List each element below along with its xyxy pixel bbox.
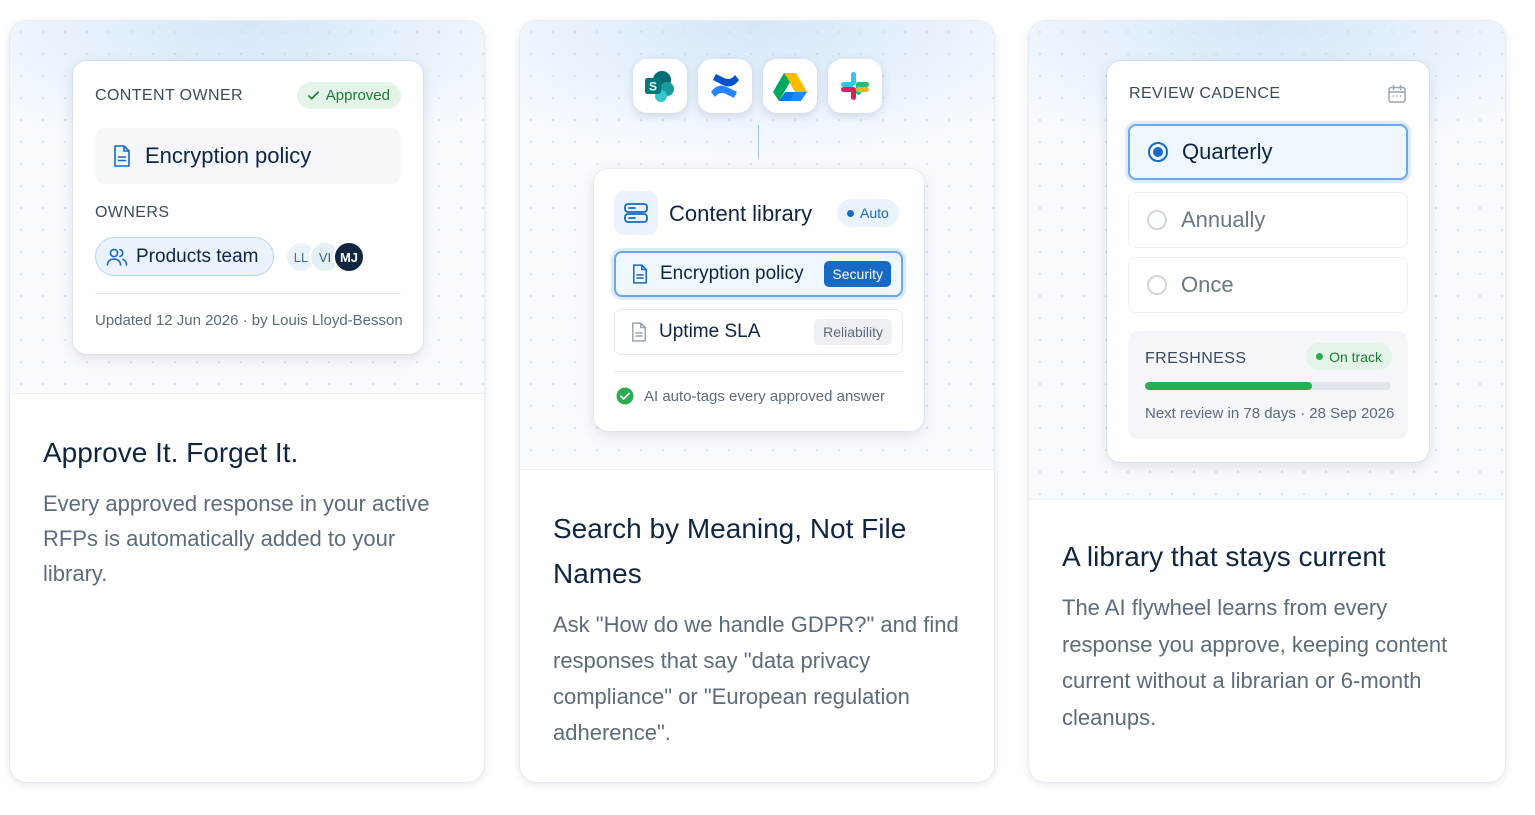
check-circle-icon (616, 387, 634, 405)
card-heading: Search by Meaning, Not File Names (553, 513, 907, 589)
card-heading: A library that stays current (1062, 541, 1386, 572)
card-description: The AI flywheel learns from every respon… (1062, 595, 1448, 730)
google-drive-icon (773, 73, 807, 101)
confluence-app (698, 59, 752, 113)
svg-text:S: S (649, 80, 657, 94)
integration-icons: S (633, 59, 885, 115)
owners-label: OWNERS (95, 204, 170, 221)
calendar-icon (1388, 84, 1406, 103)
status-dot (1316, 353, 1324, 360)
content-owner-panel: CONTENT OWNER Approved Encryption policy… (73, 61, 423, 354)
feature-card-current: REVIEW CADENCE Quarterly Annually Once F… (1028, 20, 1506, 783)
google-drive-app (763, 59, 817, 113)
document-item[interactable]: Encryption policy (95, 128, 401, 184)
document-title: Encryption policy (145, 143, 312, 168)
library-item-title: Encryption policy (660, 263, 804, 284)
auto-tag-note: AI auto-tags every approved answer (616, 387, 885, 405)
team-pill[interactable]: Products team (95, 237, 274, 276)
check-icon (307, 91, 319, 100)
freshness-progress-fill (1145, 382, 1313, 390)
review-cadence-label: REVIEW CADENCE (1129, 85, 1281, 102)
auto-badge: Auto (837, 199, 899, 227)
review-cadence-panel: REVIEW CADENCE Quarterly Annually Once F… (1107, 61, 1429, 462)
card-illustration: S Content library Auto Encryption policy… (520, 21, 994, 470)
auto-badge-label: Auto (860, 205, 889, 221)
connector-line (758, 125, 759, 159)
radio-selected[interactable] (1148, 142, 1168, 162)
freshness-box: FRESHNESS On track Next review in 78 day… (1128, 331, 1408, 439)
card-description: Every approved response in your active R… (43, 491, 430, 586)
auto-tag-text: AI auto-tags every approved answer (644, 387, 885, 405)
status-dot (847, 209, 854, 217)
team-name: Products team (136, 245, 259, 267)
divider (614, 371, 904, 372)
document-icon (114, 145, 130, 167)
security-tag: Security (824, 261, 891, 287)
feature-card-search: S Content library Auto Encryption policy… (519, 20, 995, 783)
card-illustration: CONTENT OWNER Approved Encryption policy… (10, 21, 484, 394)
avatar-group: LL VI MJ (285, 241, 369, 273)
option-once[interactable]: Once (1128, 257, 1408, 313)
freshness-progress-bar (1145, 382, 1391, 390)
avatar[interactable]: MJ (333, 241, 365, 273)
feature-card-approve: CONTENT OWNER Approved Encryption policy… (9, 20, 485, 783)
radio[interactable] (1147, 210, 1167, 230)
on-track-label: On track (1329, 348, 1382, 365)
confluence-icon (711, 74, 739, 98)
card-illustration: REVIEW CADENCE Quarterly Annually Once F… (1029, 21, 1505, 500)
sharepoint-app: S (633, 59, 687, 113)
library-item-encryption-policy[interactable]: Encryption policy Security (614, 251, 903, 297)
users-icon (106, 248, 128, 266)
reliability-tag: Reliability (814, 319, 892, 345)
next-review-text: Next review in 78 days · 28 Sep 2026 (1145, 405, 1395, 422)
sharepoint-icon: S (645, 71, 674, 102)
content-library-panel: Content library Auto Encryption policy S… (594, 169, 924, 431)
approved-badge-label: Approved (325, 87, 390, 104)
option-annually[interactable]: Annually (1128, 192, 1408, 248)
option-quarterly[interactable]: Quarterly (1128, 124, 1408, 180)
freshness-label: FRESHNESS (1145, 350, 1247, 367)
slack-icon (841, 72, 869, 100)
divider (95, 293, 401, 294)
library-item-uptime-sla[interactable]: Uptime SLA Reliability (614, 309, 903, 355)
card-heading: Approve It. Forget It. (43, 437, 299, 468)
on-track-badge: On track (1306, 343, 1392, 370)
slack-app (828, 59, 882, 113)
card-description: Ask "How do we handle GDPR?" and find re… (553, 612, 959, 745)
approved-badge: Approved (296, 82, 401, 109)
radio[interactable] (1147, 275, 1167, 295)
library-title: Content library (669, 201, 813, 226)
document-icon (632, 322, 646, 342)
library-item-title: Uptime SLA (659, 321, 761, 342)
database-icon (624, 203, 648, 223)
option-label: Quarterly (1182, 139, 1273, 164)
content-owner-label: CONTENT OWNER (95, 87, 244, 104)
option-label: Annually (1181, 207, 1266, 232)
option-label: Once (1181, 272, 1234, 297)
document-icon (633, 264, 647, 284)
library-icon-box (614, 191, 658, 235)
updated-text: Updated 12 Jun 2026 · by Louis Lloyd-Bes… (95, 312, 403, 329)
